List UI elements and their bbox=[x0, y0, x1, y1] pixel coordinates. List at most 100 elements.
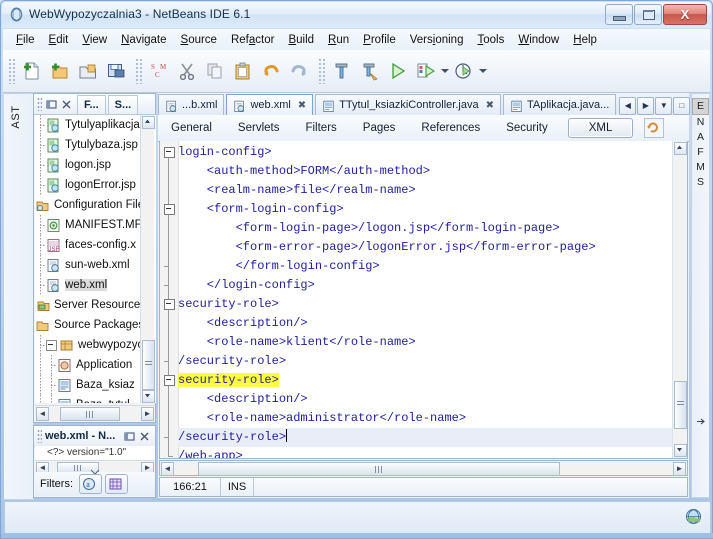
scroll-up-arrow[interactable] bbox=[142, 116, 155, 129]
rail-expand-arrow-icon[interactable] bbox=[695, 416, 706, 427]
hscroll-left-arrow[interactable]: ◄ bbox=[36, 407, 49, 421]
menu-tools[interactable]: Tools bbox=[470, 32, 511, 48]
right-rail-tab-e[interactable]: E bbox=[692, 98, 709, 115]
tree-item-configuration-files[interactable]: Configuration Files bbox=[35, 195, 156, 215]
right-rail-tab-n[interactable]: N bbox=[692, 115, 709, 130]
menu-edit[interactable]: Edit bbox=[42, 32, 76, 48]
tree-item-webwypozycza[interactable]: webwypozycza bbox=[35, 335, 156, 355]
build-icon[interactable] bbox=[328, 56, 356, 86]
toolbar-grip-3[interactable] bbox=[318, 58, 325, 84]
code-text[interactable]: login-config> <auth-method>FORM</auth-me… bbox=[178, 143, 687, 458]
profile-dropdown-icon[interactable] bbox=[478, 56, 488, 86]
tree-scroll-thumb[interactable] bbox=[142, 340, 155, 390]
xml-code-editor[interactable]: login-config> <auth-method>FORM</auth-me… bbox=[159, 141, 688, 459]
panel-grip[interactable] bbox=[37, 97, 42, 111]
tree-item-faces-config-x[interactable]: JSF faces-config.x bbox=[35, 235, 156, 255]
maximize-button[interactable] bbox=[634, 4, 662, 25]
tree-expander[interactable] bbox=[46, 339, 57, 351]
editor-vertical-scrollbar[interactable] bbox=[672, 141, 687, 458]
editor-hscroll-right[interactable]: ► bbox=[673, 462, 686, 476]
editor-hscroll-left[interactable]: ◄ bbox=[161, 462, 174, 476]
collapse-handle-icon[interactable] bbox=[90, 466, 100, 475]
editor-horizontal-scrollbar[interactable]: ◄ ► bbox=[159, 460, 688, 476]
tree-item-manifest-mf[interactable]: MANIFEST.MF bbox=[35, 215, 156, 235]
scroll-left-icon[interactable]: ◀ bbox=[619, 97, 637, 115]
menu-navigate[interactable]: Navigate bbox=[114, 32, 173, 48]
scm-icon[interactable]: S M C bbox=[145, 56, 173, 86]
menu-window[interactable]: Window bbox=[511, 32, 566, 48]
document-tab--b-xml[interactable]: ...b.xml bbox=[158, 94, 225, 115]
elements-filter-icon[interactable] bbox=[105, 474, 128, 494]
tree-horizontal-scrollbar[interactable]: ◄ ► bbox=[35, 405, 155, 421]
services-tab[interactable]: S... bbox=[107, 94, 139, 114]
profile-icon[interactable] bbox=[450, 56, 478, 86]
notifications-globe-icon[interactable] bbox=[685, 508, 702, 525]
editor-scroll-thumb[interactable] bbox=[674, 381, 687, 429]
fold-collapse-icon[interactable] bbox=[164, 204, 175, 215]
view-tab-servlets[interactable]: Servlets bbox=[232, 119, 286, 137]
save-all-icon[interactable] bbox=[102, 56, 130, 86]
run-icon[interactable] bbox=[384, 56, 412, 86]
right-rail-tab-s[interactable]: S bbox=[692, 175, 709, 190]
menu-file[interactable]: FFileile bbox=[9, 32, 42, 48]
tree-item-logonerror-jsp[interactable]: logonError.jsp bbox=[35, 175, 156, 195]
close-button[interactable]: X bbox=[663, 4, 707, 25]
tree-hscroll-thumb[interactable] bbox=[60, 407, 120, 421]
minimize-window-icon[interactable] bbox=[123, 430, 136, 443]
menu-help[interactable]: Help bbox=[566, 32, 604, 48]
debug-icon[interactable] bbox=[412, 56, 440, 86]
tree-item-tytulyaplikacja[interactable]: Tytulyaplikacja bbox=[35, 115, 156, 135]
files-tab[interactable]: F... bbox=[77, 94, 106, 114]
tree-item-application[interactable]: Application bbox=[35, 355, 156, 375]
tree-item-sun-web-xml[interactable]: sun-web.xml bbox=[35, 255, 156, 275]
tree-item-logon-jsp[interactable]: logon.jsp bbox=[35, 155, 156, 175]
minimize-window-icon[interactable] bbox=[45, 98, 58, 111]
menu-refactor[interactable]: Refactor bbox=[224, 32, 281, 48]
tree-item-tytulybaza-jsp[interactable]: Tytulybaza.jsp bbox=[35, 135, 156, 155]
view-tab-filters[interactable]: Filters bbox=[299, 119, 342, 137]
new-project-icon[interactable] bbox=[46, 56, 74, 86]
toolbar-grip-2[interactable] bbox=[135, 58, 142, 84]
panel-grip[interactable] bbox=[37, 429, 42, 443]
tab-list-icon[interactable]: ▼ bbox=[655, 97, 673, 115]
document-tab-taplikacja-java-[interactable]: TAplikacja.java... bbox=[502, 94, 617, 115]
menu-versioning[interactable]: Versioning bbox=[403, 32, 471, 48]
close-tab-icon[interactable]: ✖ bbox=[486, 100, 494, 111]
cut-icon[interactable] bbox=[173, 56, 201, 86]
minimize-button[interactable] bbox=[605, 4, 633, 25]
menu-build[interactable]: Build bbox=[281, 32, 321, 48]
toolbar-grip-1[interactable] bbox=[8, 58, 15, 84]
editor-hscroll-thumb[interactable] bbox=[198, 462, 560, 476]
attributes-filter-icon[interactable]: a bbox=[79, 474, 102, 494]
tree-item-baza-ksiaz[interactable]: Baza_ksiaz bbox=[35, 375, 156, 395]
scroll-down-arrow[interactable] bbox=[142, 390, 155, 403]
close-window-icon[interactable] bbox=[138, 430, 151, 443]
tree-item-source-packages[interactable]: Source Packages bbox=[35, 315, 156, 335]
editor-scroll-up[interactable] bbox=[674, 142, 687, 155]
ast-rail-tab[interactable]: AST bbox=[10, 89, 28, 145]
undo-icon[interactable] bbox=[257, 56, 285, 86]
scroll-right-icon[interactable]: ▶ bbox=[637, 97, 655, 115]
paste-icon[interactable] bbox=[229, 56, 257, 86]
menu-source[interactable]: Source bbox=[174, 32, 224, 48]
copy-icon[interactable] bbox=[201, 56, 229, 86]
insert-mode[interactable]: INS bbox=[221, 478, 254, 496]
view-tab-references[interactable]: References bbox=[415, 119, 486, 137]
view-tab-security[interactable]: Security bbox=[500, 119, 554, 137]
refresh-view-icon[interactable] bbox=[644, 118, 665, 138]
tree-item-server-resources[interactable]: Server Resources bbox=[35, 295, 156, 315]
document-tab-ttytul-ksiazkicontroller-java[interactable]: TTytul_ksiazkiController.java ✖ bbox=[315, 94, 501, 115]
clean-build-icon[interactable] bbox=[356, 56, 384, 86]
tree-item-baza-tytul[interactable]: Baza_tytul bbox=[35, 395, 156, 403]
view-tab-xml[interactable]: XML bbox=[567, 118, 634, 138]
maximize-tab-icon[interactable]: □ bbox=[673, 97, 691, 115]
right-rail-tab-f[interactable]: F bbox=[692, 145, 709, 160]
menu-run[interactable]: Run bbox=[321, 32, 356, 48]
fold-collapse-icon[interactable] bbox=[164, 299, 175, 310]
redo-icon[interactable] bbox=[285, 56, 313, 86]
tree-vertical-scrollbar[interactable] bbox=[140, 115, 155, 403]
view-tab-pages[interactable]: Pages bbox=[357, 119, 402, 137]
code-folding-margin[interactable] bbox=[160, 141, 179, 458]
editor-scroll-down[interactable] bbox=[674, 444, 687, 457]
hscroll-right-arrow[interactable]: ► bbox=[141, 407, 154, 421]
